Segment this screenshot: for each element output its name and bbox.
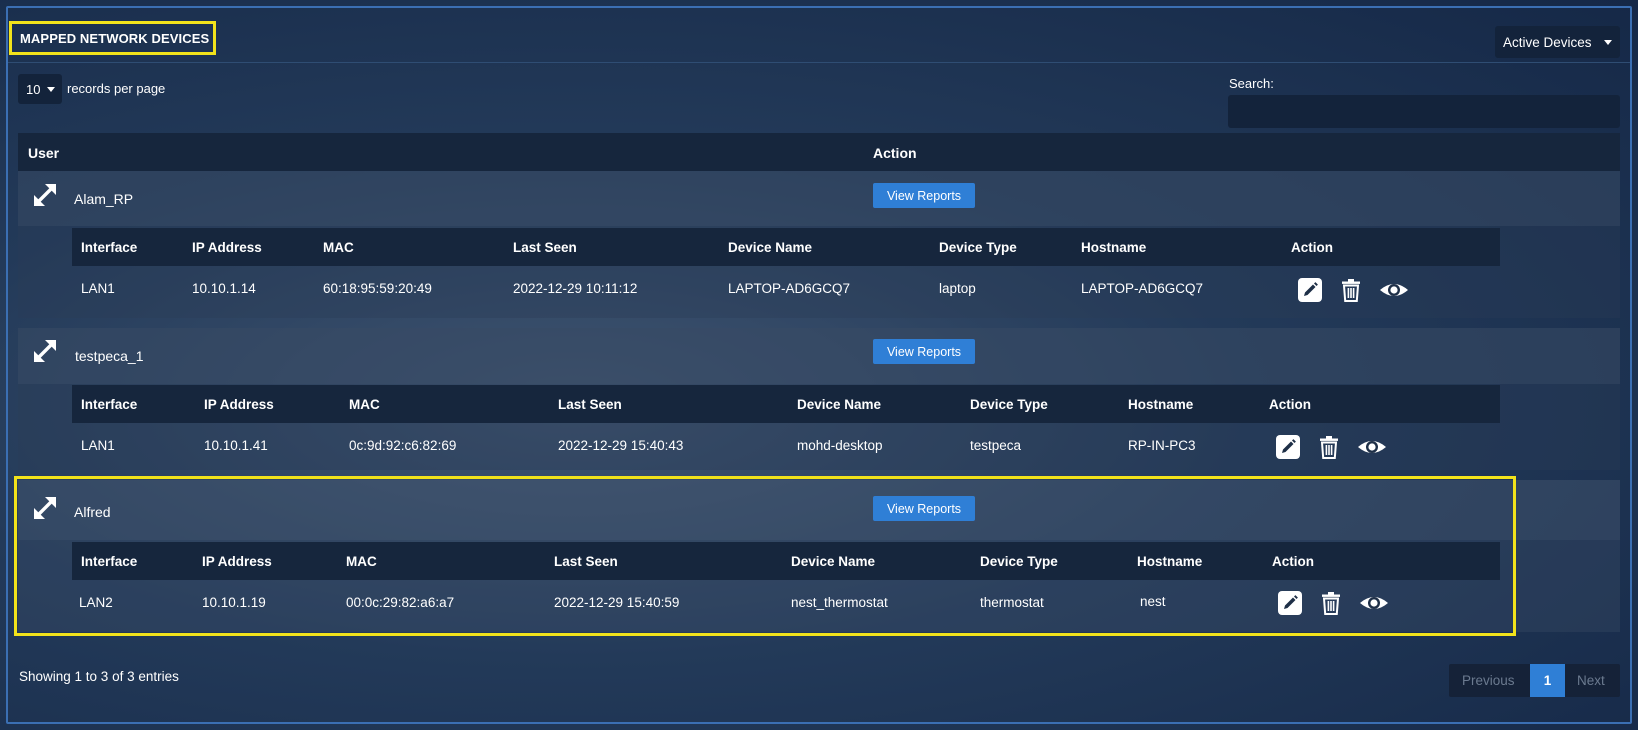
device-type: testpeca bbox=[970, 438, 1022, 453]
column-header-mac: MAC bbox=[349, 397, 380, 412]
device-hostname: RP-IN-PC3 bbox=[1128, 438, 1196, 453]
device-row: LAN2 10.10.1.19 00:0c:29:82:a6:a7 2022-1… bbox=[72, 580, 1500, 628]
device-name: LAPTOP-AD6GCQ7 bbox=[728, 281, 851, 296]
device-table-header: Interface IP Address MAC Last Seen Devic… bbox=[72, 228, 1500, 266]
device-row: LAN1 10.10.1.41 0c:9d:92:c6:82:69 2022-1… bbox=[72, 423, 1500, 471]
device-name: nest_thermostat bbox=[791, 595, 888, 610]
pagination: Previous 1 Next bbox=[1449, 664, 1620, 697]
column-header-user: User bbox=[28, 145, 60, 161]
chevron-down-icon bbox=[1604, 40, 1612, 45]
device-ip: 10.10.1.41 bbox=[204, 438, 268, 453]
column-header-mac: MAC bbox=[323, 240, 354, 255]
device-ip: 10.10.1.19 bbox=[202, 595, 266, 610]
eye-icon[interactable] bbox=[1378, 277, 1410, 303]
column-header-ip: IP Address bbox=[192, 240, 262, 255]
search-input[interactable] bbox=[1228, 95, 1620, 128]
column-header-last-seen: Last Seen bbox=[554, 554, 618, 569]
device-interface: LAN1 bbox=[81, 438, 115, 453]
page-title: MAPPED NETWORK DEVICES bbox=[9, 21, 216, 55]
column-header-interface: Interface bbox=[81, 397, 138, 412]
user-name: testpeca_1 bbox=[75, 348, 144, 364]
table-info: Showing 1 to 3 of 3 entries bbox=[19, 669, 179, 684]
user-name: Alam_RP bbox=[74, 191, 134, 207]
user-group-row bbox=[18, 171, 1620, 226]
device-hostname: nest bbox=[1140, 594, 1166, 609]
expand-arrows-icon[interactable] bbox=[31, 494, 59, 522]
expand-arrows-icon[interactable] bbox=[31, 337, 59, 365]
device-type: thermostat bbox=[980, 595, 1044, 610]
column-header-device-type: Device Type bbox=[970, 397, 1048, 412]
user-group-row bbox=[18, 328, 1620, 384]
pencil-edit-icon[interactable] bbox=[1277, 590, 1303, 616]
device-ip: 10.10.1.14 bbox=[192, 281, 256, 296]
expand-arrows-icon[interactable] bbox=[31, 181, 59, 209]
column-header-hostname: Hostname bbox=[1081, 240, 1147, 255]
pencil-edit-icon[interactable] bbox=[1297, 277, 1323, 303]
column-header-last-seen: Last Seen bbox=[558, 397, 622, 412]
trash-icon[interactable] bbox=[1318, 590, 1344, 616]
pagination-next[interactable]: Next bbox=[1577, 673, 1605, 688]
device-interface: LAN2 bbox=[79, 595, 113, 610]
trash-icon[interactable] bbox=[1338, 277, 1364, 303]
device-filter-value: Active Devices bbox=[1503, 34, 1592, 50]
chevron-down-icon bbox=[47, 87, 55, 92]
user-name: Alfred bbox=[74, 504, 111, 520]
column-header-ip: IP Address bbox=[204, 397, 274, 412]
device-hostname: LAPTOP-AD6GCQ7 bbox=[1081, 281, 1204, 296]
pagination-previous[interactable]: Previous bbox=[1462, 673, 1515, 688]
column-header-interface: Interface bbox=[81, 240, 138, 255]
column-header-device-name: Device Name bbox=[797, 397, 882, 412]
table-header: User Action bbox=[18, 133, 1620, 171]
device-interface: LAN1 bbox=[81, 281, 115, 296]
column-header-action: Action bbox=[873, 145, 917, 161]
column-header-action: Action bbox=[1272, 554, 1314, 569]
column-header-mac: MAC bbox=[346, 554, 377, 569]
column-header-device-type: Device Type bbox=[939, 240, 1017, 255]
column-header-device-name: Device Name bbox=[791, 554, 876, 569]
user-group-row bbox=[18, 480, 1620, 540]
column-header-action: Action bbox=[1291, 240, 1333, 255]
pencil-edit-icon[interactable] bbox=[1275, 434, 1301, 460]
eye-icon[interactable] bbox=[1358, 590, 1390, 616]
column-header-device-name: Device Name bbox=[728, 240, 813, 255]
device-row: LAN1 10.10.1.14 60:18:95:59:20:49 2022-1… bbox=[72, 266, 1500, 314]
records-per-page-label: records per page bbox=[67, 81, 166, 96]
trash-icon[interactable] bbox=[1316, 434, 1342, 460]
column-header-hostname: Hostname bbox=[1128, 397, 1194, 412]
device-table-header: Interface IP Address MAC Last Seen Devic… bbox=[72, 385, 1500, 423]
pagination-page-1[interactable]: 1 bbox=[1530, 664, 1565, 697]
device-type: laptop bbox=[939, 281, 976, 296]
page-title-text: MAPPED NETWORK DEVICES bbox=[20, 30, 210, 46]
device-mac: 0c:9d:92:c6:82:69 bbox=[349, 438, 457, 453]
column-header-hostname: Hostname bbox=[1137, 554, 1203, 569]
records-per-page-value: 10 bbox=[26, 81, 41, 97]
view-reports-button[interactable]: View Reports bbox=[873, 183, 975, 208]
column-header-last-seen: Last Seen bbox=[513, 240, 577, 255]
device-name: mohd-desktop bbox=[797, 438, 883, 453]
view-reports-button[interactable]: View Reports bbox=[873, 339, 975, 364]
column-header-ip: IP Address bbox=[202, 554, 272, 569]
eye-icon[interactable] bbox=[1356, 434, 1388, 460]
device-last-seen: 2022-12-29 15:40:59 bbox=[554, 595, 680, 610]
column-header-interface: Interface bbox=[81, 554, 138, 569]
search-label: Search: bbox=[1229, 76, 1274, 91]
device-last-seen: 2022-12-29 10:11:12 bbox=[513, 281, 638, 296]
device-table-header: Interface IP Address MAC Last Seen Devic… bbox=[72, 542, 1500, 580]
records-per-page-select[interactable]: 10 bbox=[18, 74, 62, 104]
view-reports-button[interactable]: View Reports bbox=[873, 496, 975, 521]
column-header-device-type: Device Type bbox=[980, 554, 1058, 569]
header-divider bbox=[8, 62, 1630, 63]
device-last-seen: 2022-12-29 15:40:43 bbox=[558, 438, 684, 453]
device-filter-select[interactable]: Active Devices bbox=[1495, 26, 1620, 58]
column-header-action: Action bbox=[1269, 397, 1311, 412]
device-mac: 60:18:95:59:20:49 bbox=[323, 281, 432, 296]
device-mac: 00:0c:29:82:a6:a7 bbox=[346, 595, 455, 610]
